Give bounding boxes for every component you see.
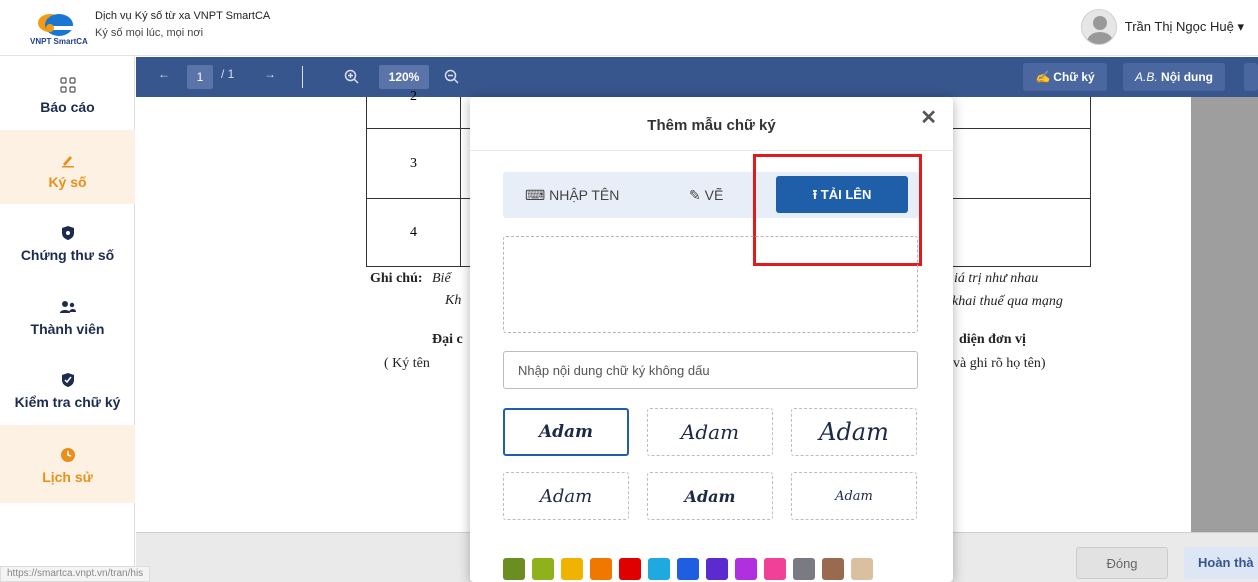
color-swatch[interactable]	[851, 558, 873, 580]
note-line-2-right: khai thuế qua mạng	[952, 294, 1063, 309]
sidebar-item-label: Ký số	[48, 174, 87, 190]
app-subtitle: Ký số mọi lúc, mọi nơi	[95, 27, 204, 39]
table-cell-number: 4	[367, 199, 461, 266]
signature-text-input[interactable]	[503, 351, 918, 389]
users-icon	[59, 295, 76, 319]
sidebar-item-bao-cao[interactable]: Báo cáo	[0, 73, 135, 133]
toolbar-divider	[302, 66, 303, 88]
page-number-input[interactable]: 1	[187, 65, 213, 89]
sidebar-item-label: Chứng thư số	[20, 247, 115, 263]
modal-title: Thêm mẫu chữ ký	[647, 117, 776, 134]
add-content-label: Nội dung	[1161, 70, 1214, 84]
add-signature-modal: Thêm mẫu chữ ký ✕ ⌨ NHẬP TÊN ✎ VẼ ⭱ TẢI …	[470, 97, 953, 582]
sidebar: Báo cáo Ký số Chứng thư số Thành viên Ki…	[0, 57, 135, 582]
zoom-out-icon[interactable]	[444, 69, 460, 85]
sign-note-left: ( Ký tên	[384, 356, 430, 371]
close-icon[interactable]: ✕	[920, 105, 937, 130]
color-swatch[interactable]	[532, 558, 554, 580]
prev-page-button[interactable]: ←	[158, 67, 170, 81]
viewer-toolbar: ← 1 / 1 → 120% ✍ Chữ ký A.B. Nội dung	[136, 57, 1258, 97]
signature-style-option[interactable]: Adam	[791, 408, 917, 456]
color-swatch[interactable]	[677, 558, 699, 580]
zoom-level[interactable]: 120%	[379, 65, 429, 89]
color-swatch[interactable]	[619, 558, 641, 580]
tab-type-name[interactable]: ⌨ NHẬP TÊN	[525, 172, 619, 218]
sidebar-item-label: Thành viên	[30, 321, 105, 337]
top-bar: VNPT SmartCA Dịch vụ Ký số từ xa VNPT Sm…	[0, 0, 1258, 56]
color-swatch[interactable]	[764, 558, 786, 580]
sidebar-item-lich-su[interactable]: Lịch sử	[0, 425, 135, 503]
avatar[interactable]	[1080, 9, 1117, 45]
note-line-2-left: Kh	[445, 293, 462, 308]
sidebar-item-thanh-vien[interactable]: Thành viên	[0, 295, 135, 355]
table-cell-number: 3	[367, 129, 461, 198]
sidebar-item-chung-thu-so[interactable]: Chứng thư số	[0, 221, 135, 281]
tab-draw[interactable]: ✎ VẼ	[689, 172, 723, 218]
signature-style-option[interactable]: Adam	[791, 472, 917, 520]
finish-button[interactable]: Hoàn thà	[1184, 547, 1258, 579]
add-signature-button[interactable]: ✍ Chữ ký	[1023, 63, 1107, 91]
color-swatch[interactable]	[822, 558, 844, 580]
representative-right: diện đơn vị	[959, 332, 1026, 347]
pen-icon	[60, 148, 76, 172]
sidebar-item-label: Kiểm tra chữ ký	[14, 394, 121, 410]
signature-style-option[interactable]: Adam	[647, 408, 773, 456]
shield-check-icon	[61, 368, 75, 392]
status-bar-url: https://smartca.vnpt.vn/tran/his	[0, 566, 151, 582]
app-title: Dịch vụ Ký số từ xa VNPT SmartCA	[95, 10, 271, 22]
sidebar-item-label: Báo cáo	[40, 99, 95, 115]
clock-icon	[60, 443, 76, 467]
signature-icon: ✍	[1035, 70, 1050, 84]
page-total: / 1	[221, 67, 235, 81]
sign-note-right: và ghi rõ họ tên)	[953, 356, 1046, 371]
signature-style-option[interactable]: Adam	[503, 472, 629, 520]
color-swatch[interactable]	[648, 558, 670, 580]
note-line-1-right: iá trị như nhau	[954, 271, 1039, 286]
color-swatch[interactable]	[503, 558, 525, 580]
color-swatch[interactable]	[561, 558, 583, 580]
add-signature-label: Chữ ký	[1053, 70, 1095, 84]
sidebar-item-kiem-tra-chu-ky[interactable]: Kiểm tra chữ ký	[0, 368, 135, 428]
shield-icon	[61, 221, 75, 245]
color-swatch[interactable]	[590, 558, 612, 580]
content-prefix-icon: A.B.	[1135, 70, 1158, 84]
toolbar-overflow-button[interactable]	[1244, 63, 1258, 91]
zoom-in-icon[interactable]	[344, 69, 360, 85]
signature-style-option[interactable]: Adam	[647, 472, 773, 520]
logo-text: VNPT SmartCA	[30, 37, 88, 46]
sidebar-item-ky-so[interactable]: Ký số	[0, 130, 135, 204]
sidebar-item-label: Lịch sử	[42, 469, 93, 485]
representative-left: Đại c	[432, 332, 463, 347]
color-swatch[interactable]	[793, 558, 815, 580]
close-button[interactable]: Đóng	[1076, 547, 1168, 579]
next-page-button[interactable]: →	[264, 67, 276, 81]
note-label: Ghi chú:	[370, 271, 423, 286]
user-name[interactable]: Trần Thị Ngọc Huệ ▾	[1125, 19, 1244, 35]
color-swatches	[503, 558, 873, 580]
color-swatch[interactable]	[735, 558, 757, 580]
table-cell-number: 2	[367, 89, 461, 128]
add-content-button[interactable]: A.B. Nội dung	[1123, 63, 1226, 91]
signature-style-option[interactable]: Adam	[503, 408, 629, 456]
color-swatch[interactable]	[706, 558, 728, 580]
user-menu[interactable]: Trần Thị Ngọc Huệ ▾	[1080, 9, 1244, 45]
grid-icon	[59, 73, 76, 97]
modal-divider	[470, 150, 953, 151]
signature-preview-area[interactable]	[503, 236, 918, 333]
note-line-1-left: Biể	[432, 271, 451, 286]
